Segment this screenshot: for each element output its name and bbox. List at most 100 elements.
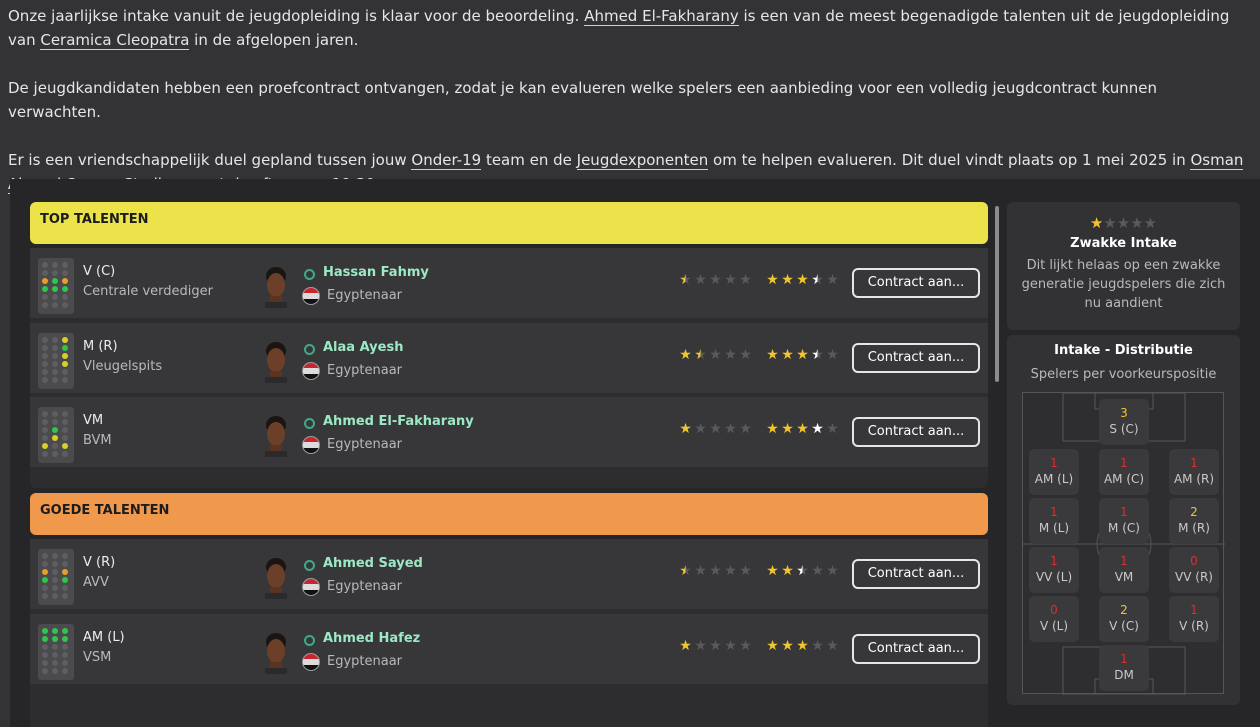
intake-intro-text: Onze jaarlijkse intake vanuit de jeugdop…: [8, 4, 1253, 196]
position-dot: [62, 419, 68, 425]
player-face-avatar: [265, 558, 287, 599]
position-dot: [52, 652, 58, 658]
potential-ability-stars: ★ ★ ★ ★ ★: [765, 347, 840, 363]
position-dot: [42, 377, 48, 383]
position-dot: [42, 585, 48, 591]
distribution-count: 0: [1050, 603, 1058, 617]
team-link[interactable]: Onder-19: [411, 151, 482, 170]
player-row[interactable]: V (C) Centrale verdediger Hassan Fahmy Egyp…: [30, 248, 988, 318]
distribution-count: 1: [1050, 554, 1058, 568]
distribution-position-label: VV (L): [1035, 570, 1073, 584]
distribution-cell: 1 AM (L): [1029, 449, 1079, 495]
player-position: V (R): [83, 555, 116, 570]
player-name-link[interactable]: Ahmed Sayed: [323, 556, 423, 571]
player-position: M (R): [83, 339, 118, 354]
club-link[interactable]: Ceramica Cleopatra: [40, 31, 190, 50]
distribution-cell: 0 VV (R): [1169, 547, 1219, 593]
player-link[interactable]: Ahmed El-Fakharany: [584, 7, 739, 26]
star-icon: ★: [679, 347, 692, 363]
position-dot: [42, 628, 48, 634]
intake-rating-title: Zwakke Intake: [1070, 236, 1177, 251]
player-nationality: Egyptenaar: [327, 288, 403, 303]
star-icon: ★: [766, 272, 779, 288]
offer-contract-button[interactable]: Contract aan...: [852, 343, 980, 373]
egypt-flag-icon: [302, 362, 320, 380]
player-row[interactable]: AM (L) VSM Ahmed Hafez Egyptenaar ★ ★ ★ ★ ★ ★ ★ ★ ★ ★…: [30, 614, 988, 684]
star-icon: ★: [739, 347, 752, 363]
player-status-icon: [304, 635, 315, 646]
position-dot: [52, 435, 58, 441]
star-icon: ★: [724, 421, 737, 437]
distribution-count: 0: [1190, 554, 1198, 568]
distribution-cell: 1 M (C): [1099, 498, 1149, 544]
star-icon: ★: [811, 638, 824, 654]
position-dot: [52, 302, 58, 308]
offer-contract-button[interactable]: Contract aan...: [852, 559, 980, 589]
offer-contract-button[interactable]: Contract aan...: [852, 268, 980, 298]
position-dot: [52, 451, 58, 457]
distribution-cell: 1 AM (R): [1169, 449, 1219, 495]
player-row[interactable]: VM BVM Ahmed El-Fakharany Egyptenaar ★ ★ ★ ★ ★ ★ ★…: [30, 397, 988, 467]
distribution-cell: 1 M (L): [1029, 498, 1079, 544]
position-dot: [52, 561, 58, 567]
player-role: AVV: [83, 575, 109, 590]
position-dot: [52, 353, 58, 359]
star-icon: ★: [724, 563, 737, 579]
egypt-flag-icon: [302, 436, 320, 454]
player-face-avatar: [265, 267, 287, 308]
star-icon: ★: [811, 421, 824, 437]
player-row[interactable]: V (R) AVV Ahmed Sayed Egyptenaar ★ ★ ★ ★ ★ ★ ★ ★ ★ ★ C…: [30, 539, 988, 609]
position-dot: [42, 302, 48, 308]
position-dot: [42, 435, 48, 441]
position-dot: [52, 644, 58, 650]
offer-contract-button[interactable]: Contract aan...: [852, 417, 980, 447]
opponent-link[interactable]: Jeugdexponenten: [576, 151, 709, 170]
star-icon: ★: [739, 421, 752, 437]
distribution-cell: 0 V (L): [1029, 596, 1079, 642]
star-icon: ★: [796, 347, 809, 363]
list-scrollbar[interactable]: [995, 206, 999, 382]
player-name-link[interactable]: Hassan Fahmy: [323, 265, 429, 280]
position-dot: [62, 294, 68, 300]
position-dot: [42, 337, 48, 343]
star-icon: ★: [796, 638, 809, 654]
position-dot: [42, 561, 48, 567]
position-dot: [62, 636, 68, 642]
position-dot: [42, 660, 48, 666]
star-icon: ★: [1089, 214, 1104, 232]
current-ability-stars: ★ ★ ★ ★ ★: [678, 638, 753, 654]
star-icon: ★: [679, 638, 692, 654]
player-list: TOP TALENTEN GOEDE TALENTEN V (C) Central…: [30, 199, 988, 727]
star-icon: ★: [1130, 214, 1144, 232]
position-dot: [42, 294, 48, 300]
star-icon: ★: [694, 347, 707, 363]
player-name-link[interactable]: Ahmed El-Fakharany: [323, 414, 474, 429]
star-icon: ★: [781, 347, 794, 363]
star-icon: ★: [1116, 214, 1131, 232]
position-dot: [62, 443, 68, 449]
position-dot: [62, 345, 68, 351]
offer-contract-button[interactable]: Contract aan...: [852, 634, 980, 664]
position-dot: [62, 286, 68, 292]
player-name-link[interactable]: Alaa Ayesh: [323, 340, 403, 355]
star-icon: ★: [811, 563, 824, 579]
position-dot: [52, 660, 58, 666]
distribution-position-label: AM (C): [1103, 472, 1145, 486]
distribution-position-label: AM (L): [1034, 472, 1074, 486]
position-dot: [62, 585, 68, 591]
intro-text: in de afgelopen jaren.: [189, 31, 359, 49]
star-icon: ★: [766, 563, 779, 579]
player-role: Vleugelspits: [83, 359, 163, 374]
position-dot: [42, 577, 48, 583]
position-dot: [42, 353, 48, 359]
player-position: AM (L): [83, 630, 125, 645]
position-dot: [62, 451, 68, 457]
distribution-cell: 1 V (R): [1169, 596, 1219, 642]
player-status-icon: [304, 418, 315, 429]
player-name-link[interactable]: Ahmed Hafez: [323, 631, 420, 646]
distribution-cell: 2 M (R): [1169, 498, 1219, 544]
position-dot: [62, 369, 68, 375]
position-dot: [42, 262, 48, 268]
player-row[interactable]: M (R) Vleugelspits Alaa Ayesh Egyptenaar ★ ★ ★…: [30, 323, 988, 393]
star-icon: ★: [766, 638, 779, 654]
